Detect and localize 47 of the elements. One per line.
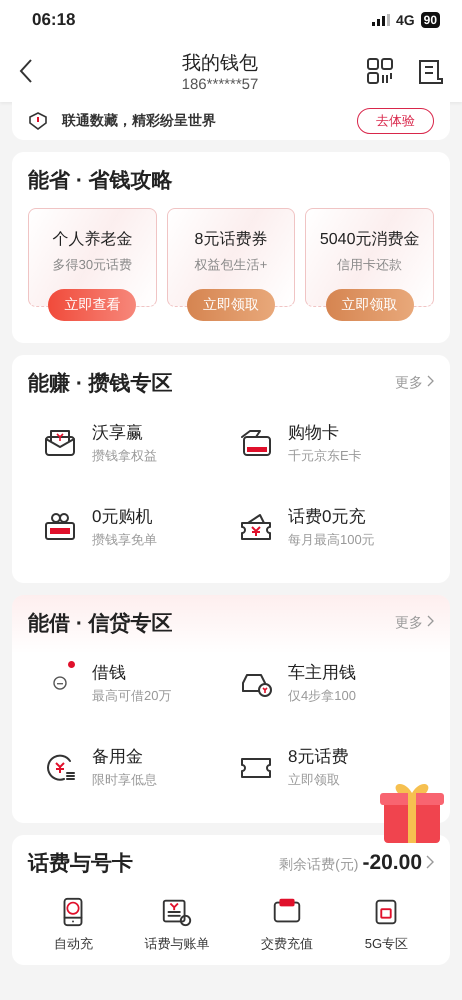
coupon-subtitle: 权益包生活+ [194,256,268,274]
section-title: 能赚 · 攒钱专区 [28,370,173,397]
coupon-title: 8元话费券 [194,230,268,250]
network-label: 4G [396,12,415,28]
service-shortcut[interactable]: 5G专区 [364,895,408,953]
balance-label: 剩余话费(元) [279,856,358,874]
item-title[interactable]: 0元购机 [92,505,157,528]
item-subtitle: 最高可借20万 [92,687,172,705]
phone-number: 186******57 [182,76,258,92]
item-title[interactable]: 备用金 [92,745,157,768]
item-subtitle: 立即领取 [288,771,341,789]
item-subtitle: 千元京东E卡 [288,447,362,465]
item-title[interactable]: 借钱 [92,661,172,684]
coupon-subtitle: 多得30元话费 [52,256,132,274]
try-button[interactable]: 去体验 [357,108,434,134]
bill-icon[interactable] [416,57,444,85]
coupon-title: 个人养老金 [52,230,132,250]
service-shortcut[interactable]: 交费充值 [261,895,314,953]
qr-code-icon[interactable] [366,57,394,85]
item-title[interactable]: 话费0元充 [288,505,375,528]
balance-amount: -20.00 [362,851,422,875]
signal-icon [372,14,390,26]
item-title[interactable]: 沃享赢 [92,421,157,444]
shield-icon [28,111,48,131]
item-subtitle: 攒钱拿权益 [92,447,157,465]
item-subtitle: 攒钱享免单 [92,531,157,549]
section-title: 能省 · 省钱攻略 [28,168,173,194]
item-title[interactable]: 车主用钱 [288,661,356,684]
chevron-icon [427,615,434,627]
section-title: 话费与号卡 [28,851,133,877]
chevron-icon [427,375,434,387]
back-icon[interactable] [18,58,34,84]
coupon-subtitle: 信用卡还款 [337,256,402,274]
battery-indicator: 90 [420,12,440,28]
service-shortcut[interactable]: 自动充 [54,895,93,953]
item-subtitle: 限时享低息 [92,771,157,789]
item-subtitle: 每月最高100元 [288,531,375,549]
coupon-title: 5040元消费金 [320,230,420,250]
service-shortcut[interactable]: 话费与账单 [144,895,210,953]
page-title: 我的钱包 [182,52,258,76]
section-title: 能借 · 信贷专区 [28,611,173,637]
item-subtitle: 仅4步拿100 [288,687,356,705]
chevron-icon[interactable] [426,855,434,869]
status-time: 06:18 [32,10,76,30]
item-title[interactable]: 购物卡 [288,421,362,444]
banner-text: 联通数藏，精彩纷呈世界 [62,112,217,130]
item-title[interactable]: 8元话费 [288,745,348,768]
